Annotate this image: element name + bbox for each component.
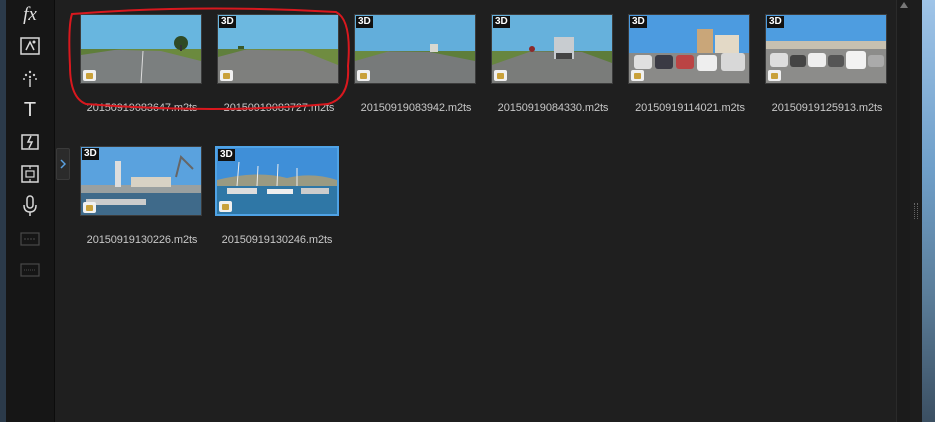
- scroll-up-icon[interactable]: [900, 2, 908, 8]
- media-clip[interactable]: 3D 20150919083727.m2ts: [217, 14, 341, 114]
- media-library-grid: 20150919083647.m2ts 3D 20150919083727.m2…: [70, 0, 896, 422]
- clip-thumbnail[interactable]: 3D: [491, 14, 613, 84]
- clip-filename: 20150919114021.m2ts: [635, 102, 745, 114]
- clip-filename: 20150919084330.m2ts: [497, 102, 609, 114]
- video-file-icon: [768, 70, 781, 81]
- clip-filename: 20150919083727.m2ts: [223, 102, 335, 114]
- clip-thumbnail[interactable]: 3D: [217, 14, 339, 84]
- clip-thumbnail[interactable]: 3D: [80, 146, 202, 216]
- text-tool-icon[interactable]: T: [18, 98, 42, 122]
- clip-thumbnail[interactable]: 3D: [765, 14, 887, 84]
- text-tool-label: T: [23, 98, 37, 121]
- chapter-tool-icon: [18, 258, 42, 282]
- clip-thumbnail[interactable]: 3D: [628, 14, 750, 84]
- 3d-badge: 3D: [767, 16, 784, 28]
- media-clip[interactable]: 3D 20150919125913.m2ts: [765, 14, 889, 114]
- particle-tool-icon[interactable]: [18, 34, 42, 58]
- 3d-badge: 3D: [219, 16, 236, 28]
- clip-filename: 20150919125913.m2ts: [771, 102, 883, 114]
- microphone-tool-icon[interactable]: [18, 194, 42, 218]
- subtitle-tool-icon: [18, 227, 42, 251]
- 3d-badge: 3D: [218, 149, 235, 161]
- video-file-icon: [494, 70, 507, 81]
- video-file-icon: [219, 201, 232, 212]
- clip-thumbnail[interactable]: [80, 14, 202, 84]
- fx-label: fx: [23, 4, 37, 25]
- 3d-badge: 3D: [493, 16, 510, 28]
- video-file-icon: [357, 70, 370, 81]
- video-file-icon: [631, 70, 644, 81]
- clip-filename: 20150919130246.m2ts: [221, 234, 333, 246]
- 3d-badge: 3D: [356, 16, 373, 28]
- video-file-icon: [220, 70, 233, 81]
- splitter-grip-icon: [914, 203, 918, 219]
- media-clip[interactable]: 3D 20150919083942.m2ts: [354, 14, 478, 114]
- media-clip[interactable]: 3D 20150919130226.m2ts: [80, 146, 204, 246]
- preview-window-edge: [922, 0, 935, 422]
- media-clip[interactable]: 3D 20150919084330.m2ts: [491, 14, 615, 114]
- transition-tool-icon[interactable]: [18, 130, 42, 154]
- 3d-badge: 3D: [82, 148, 99, 160]
- media-clip[interactable]: 20150919083647.m2ts: [80, 14, 204, 114]
- clip-filename: 20150919130226.m2ts: [86, 234, 198, 246]
- video-file-icon: [83, 70, 96, 81]
- magic-tool-icon[interactable]: [18, 66, 42, 90]
- clip-filename: 20150919083647.m2ts: [86, 102, 198, 114]
- clip-thumbnail[interactable]: 3D: [215, 146, 339, 216]
- media-clip[interactable]: 3D 20150919114021.m2ts: [628, 14, 752, 114]
- media-clip-selected[interactable]: 3D 20150919130246.m2ts: [215, 146, 339, 246]
- expand-panel-button[interactable]: [56, 148, 70, 180]
- room-toolbar: fx T: [6, 0, 55, 422]
- clip-thumbnail[interactable]: 3D: [354, 14, 476, 84]
- chevron-right-icon: [60, 159, 66, 169]
- video-file-icon: [83, 202, 96, 213]
- 3d-badge: 3D: [630, 16, 647, 28]
- vertical-scrollbar[interactable]: [896, 0, 911, 422]
- clip-filename: 20150919083942.m2ts: [360, 102, 472, 114]
- panel-splitter[interactable]: [910, 0, 922, 422]
- fx-tool-icon[interactable]: fx: [18, 3, 42, 27]
- pip-tool-icon[interactable]: [18, 162, 42, 186]
